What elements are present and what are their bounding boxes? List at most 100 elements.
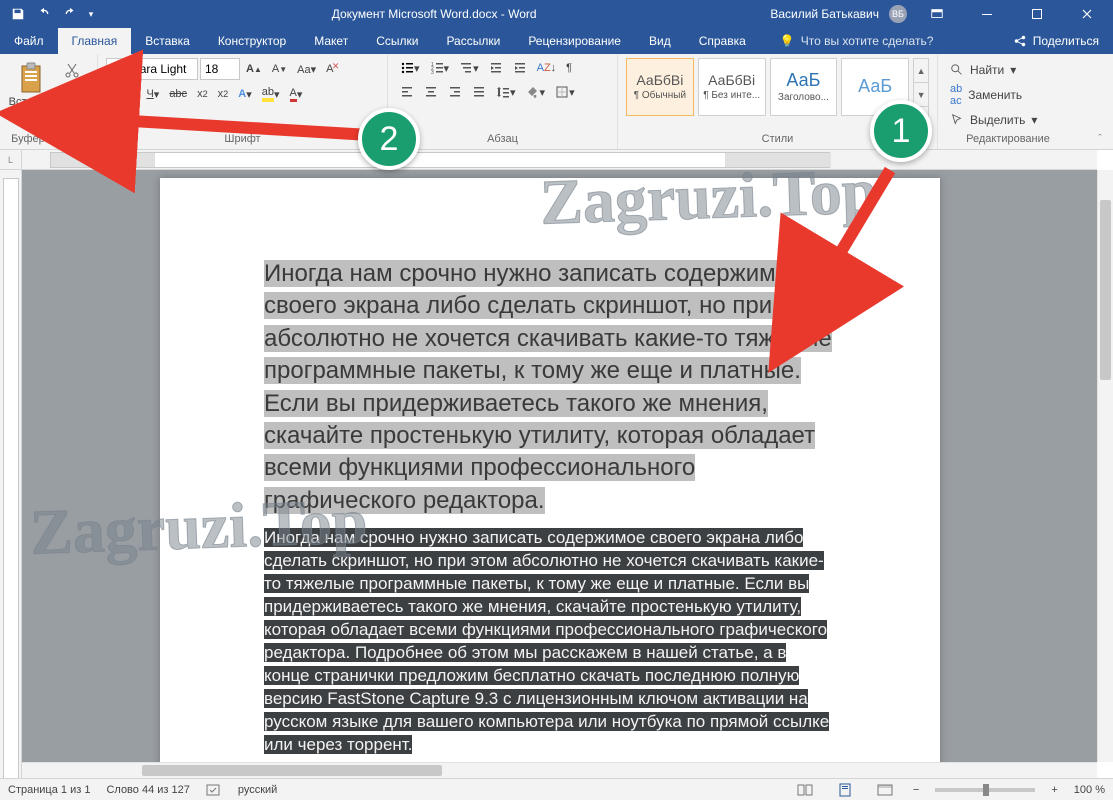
maximize-button[interactable]	[1017, 0, 1057, 28]
status-words[interactable]: Слово 44 из 127	[106, 784, 189, 796]
font-size-input[interactable]	[200, 58, 240, 80]
ribbon-options-button[interactable]	[917, 0, 957, 28]
shrink-font-button[interactable]: A▼	[268, 59, 291, 79]
sort-button[interactable]: AZ↓	[533, 58, 561, 78]
align-left-button[interactable]	[396, 82, 418, 102]
title-bar: ▾ Документ Microsoft Word.docx - Word Ва…	[0, 0, 1113, 28]
tell-me-input[interactable]: 💡 Что вы хотите сделать?	[768, 28, 946, 54]
zoom-out-button[interactable]: −	[913, 784, 919, 796]
share-button[interactable]: Поделиться	[999, 28, 1113, 54]
redo-button[interactable]	[58, 2, 82, 26]
align-justify-button[interactable]	[468, 82, 490, 102]
qat-customize-button[interactable]: ▾	[84, 2, 98, 26]
minimize-button[interactable]	[967, 0, 1007, 28]
group-label-font: Шрифт	[106, 131, 379, 147]
select-button[interactable]: Выделить ▾	[946, 111, 1070, 129]
decrease-indent-button[interactable]	[485, 58, 507, 78]
tab-design[interactable]: Конструктор	[204, 28, 300, 54]
shading-button[interactable]: ▾	[522, 82, 550, 102]
vertical-scrollbar[interactable]	[1097, 170, 1113, 762]
group-clipboard: Вставить ▾ Буфер обмена	[0, 54, 98, 149]
collapse-ribbon-button[interactable]: ˆ	[1091, 131, 1109, 147]
tab-home[interactable]: Главная	[58, 28, 132, 54]
zoom-level[interactable]: 100 %	[1074, 784, 1105, 796]
find-button[interactable]: Найти ▾	[946, 61, 1070, 79]
document-area[interactable]: Иногда нам срочно нужно записать содержи…	[22, 170, 1097, 762]
font-color-button[interactable]: A▾	[286, 84, 307, 104]
cursor-icon	[950, 113, 964, 127]
proofing-icon[interactable]	[206, 783, 222, 797]
highlight-button[interactable]: ab▾	[258, 84, 284, 104]
align-right-button[interactable]	[444, 82, 466, 102]
svg-text:3: 3	[431, 70, 434, 75]
tab-review[interactable]: Рецензирование	[514, 28, 635, 54]
ribbon-tabs: Файл Главная Вставка Конструктор Макет С…	[0, 28, 1113, 54]
undo-button[interactable]	[32, 2, 56, 26]
status-language[interactable]: русский	[238, 784, 277, 796]
tab-help[interactable]: Справка	[685, 28, 760, 54]
subscript-button[interactable]: x2	[193, 84, 212, 104]
tab-file[interactable]: Файл	[0, 28, 58, 54]
quick-access-toolbar: ▾	[6, 2, 98, 26]
style-expand[interactable]: ▾	[914, 107, 928, 130]
italic-button[interactable]: К	[126, 84, 140, 104]
strikethrough-button[interactable]: abc	[165, 84, 191, 104]
borders-button[interactable]: ▾	[551, 82, 579, 102]
tab-mailings[interactable]: Рассылки	[432, 28, 514, 54]
cut-button[interactable]	[60, 60, 84, 80]
view-print-button[interactable]	[833, 781, 857, 799]
style-no-spacing[interactable]: АаБбВі¶ Без инте...	[698, 58, 766, 116]
paragraph-2[interactable]: Иногда нам срочно нужно записать содержи…	[264, 527, 836, 756]
paste-button[interactable]: Вставить ▾	[8, 58, 56, 122]
styles-gallery-controls: ▲ ▼ ▾	[913, 58, 929, 131]
tab-view[interactable]: Вид	[635, 28, 685, 54]
numbering-button[interactable]: 123▾	[426, 58, 454, 78]
font-name-input[interactable]	[106, 58, 198, 80]
increase-indent-button[interactable]	[509, 58, 531, 78]
close-button[interactable]	[1067, 0, 1107, 28]
align-center-button[interactable]	[420, 82, 442, 102]
zoom-in-button[interactable]: +	[1051, 784, 1057, 796]
zoom-slider[interactable]	[935, 788, 1035, 792]
style-scroll-up[interactable]: ▲	[914, 59, 928, 83]
view-web-button[interactable]	[873, 781, 897, 799]
clipboard-icon	[18, 62, 46, 94]
style-scroll-down[interactable]: ▼	[914, 83, 928, 107]
group-label-clipboard: Буфер обмена	[8, 131, 89, 147]
view-read-button[interactable]	[793, 781, 817, 799]
text-effects-button[interactable]: A▾	[234, 84, 255, 104]
user-avatar[interactable]: ВБ	[889, 5, 907, 23]
bullets-button[interactable]: ▾	[396, 58, 424, 78]
user-area: Василий Батькавич ВБ	[770, 0, 1111, 28]
superscript-button[interactable]: x2	[214, 84, 233, 104]
horizontal-ruler[interactable]	[22, 150, 1097, 170]
vertical-ruler[interactable]	[0, 170, 22, 778]
tab-insert[interactable]: Вставка	[131, 28, 204, 54]
lightbulb-icon: 💡	[780, 34, 795, 48]
tab-layout[interactable]: Макет	[300, 28, 362, 54]
copy-button[interactable]	[60, 85, 84, 105]
clear-formatting-button[interactable]: A✕	[322, 59, 337, 79]
status-page[interactable]: Страница 1 из 1	[8, 784, 90, 796]
paragraph-1[interactable]: Иногда нам срочно нужно записать содержи…	[264, 258, 836, 517]
format-painter-button[interactable]	[60, 110, 84, 130]
vscroll-thumb[interactable]	[1100, 200, 1111, 380]
tab-references[interactable]: Ссылки	[362, 28, 432, 54]
multilevel-list-button[interactable]: ▾	[455, 58, 483, 78]
ruler-corner[interactable]: L	[0, 150, 22, 170]
user-name[interactable]: Василий Батькавич	[770, 7, 879, 21]
grow-font-button[interactable]: A▲	[242, 59, 266, 79]
hscroll-thumb[interactable]	[142, 765, 442, 776]
underline-button[interactable]: Ч▾	[142, 84, 163, 104]
zoom-thumb[interactable]	[983, 784, 989, 796]
line-spacing-button[interactable]: ▾	[492, 82, 520, 102]
style-normal[interactable]: АаБбВі¶ Обычный	[626, 58, 694, 116]
bold-button[interactable]: Ж	[106, 84, 124, 104]
show-marks-button[interactable]: ¶	[562, 58, 576, 78]
change-case-button[interactable]: Aa▾	[293, 59, 320, 79]
save-button[interactable]	[6, 2, 30, 26]
replace-button[interactable]: abacЗаменить	[946, 81, 1070, 109]
style-heading1[interactable]: АаБЗаголово...	[770, 58, 838, 116]
style-heading2[interactable]: АаБ	[841, 58, 909, 116]
horizontal-scrollbar[interactable]	[22, 762, 1097, 778]
